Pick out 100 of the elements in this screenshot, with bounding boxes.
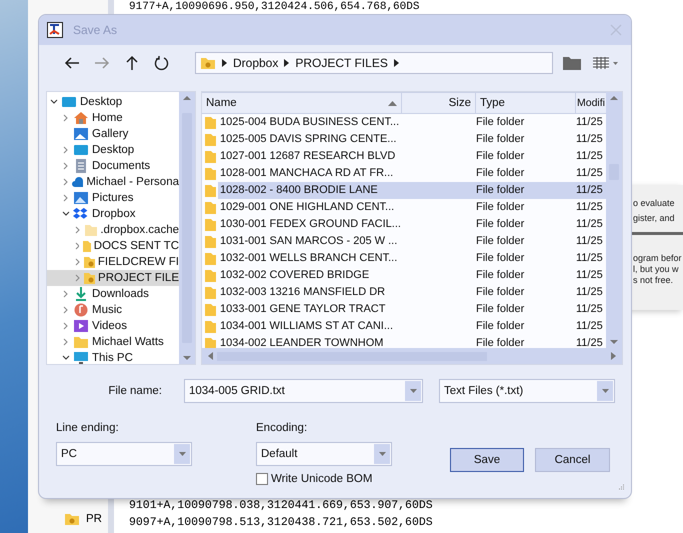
dialog-button[interactable]: Cancel bbox=[535, 448, 610, 472]
sidebar-item[interactable]: PR bbox=[86, 513, 102, 525]
file-type: File folder bbox=[475, 285, 526, 300]
text-line: 9097+A,10090798.513,3120438.721,653.502,60DS bbox=[129, 515, 434, 531]
file-name: 1025-004 BUDA BUSINESS CENT... bbox=[219, 115, 398, 130]
tree-item[interactable]: Michael - Persona bbox=[47, 174, 179, 190]
folder-icon bbox=[205, 184, 216, 197]
tree-item[interactable]: Dropbox bbox=[47, 206, 179, 222]
file-date: 11/25 bbox=[575, 166, 604, 181]
up-arrow-icon bbox=[125, 55, 139, 71]
cloud-icon bbox=[71, 175, 84, 189]
chevron-right-icon bbox=[284, 59, 290, 67]
file-row[interactable]: 1028-001 MANCHACA RD AT FR... File folder 11/25 bbox=[218, 165, 606, 182]
file-row[interactable]: 1027-001 12687 RESEARCH BLVD File folder 11/25 bbox=[218, 148, 606, 165]
file-type: File folder bbox=[475, 217, 526, 232]
file-type: File folder bbox=[475, 268, 526, 283]
column-header[interactable]: Type bbox=[476, 92, 576, 114]
breadcrumb-item[interactable]: Dropbox bbox=[233, 56, 278, 70]
column-header[interactable]: Size bbox=[402, 92, 476, 114]
encoding-dropdown[interactable]: Default bbox=[256, 442, 392, 466]
breadcrumb-item[interactable]: PROJECT FILES bbox=[295, 56, 388, 70]
file-row[interactable]: 1029-001 ONE HIGHLAND CENT... File folder 11/25 bbox=[218, 199, 606, 216]
scroll-right-icon[interactable] bbox=[611, 352, 616, 360]
chevron-icon[interactable] bbox=[50, 98, 58, 106]
file-name: 1031-001 SAN MARCOS - 205 W ... bbox=[219, 234, 398, 249]
file-row[interactable]: 1025-005 DAVIS SPRING CENTE... File folder 11/25 bbox=[218, 131, 606, 148]
tree-item[interactable]: Gallery bbox=[47, 126, 179, 142]
chevron-icon[interactable] bbox=[62, 210, 70, 218]
download-icon bbox=[73, 287, 89, 301]
folder-icon bbox=[205, 218, 216, 231]
message-text: o evaluate bbox=[633, 198, 676, 208]
refresh-icon bbox=[154, 55, 170, 71]
file-date: 11/25 bbox=[575, 302, 604, 317]
sort-arrow-icon bbox=[388, 100, 397, 106]
tree-item[interactable]: Documents bbox=[47, 158, 179, 174]
back-arrow-icon bbox=[64, 56, 80, 70]
tree-item[interactable]: Downloads bbox=[47, 286, 179, 302]
tree-item[interactable]: Videos bbox=[47, 318, 179, 334]
tree-item[interactable]: FIELDCREW FI bbox=[47, 254, 179, 270]
tree-item[interactable]: Pictures bbox=[47, 190, 179, 206]
tree-item[interactable]: Music bbox=[47, 302, 179, 318]
tree-item[interactable]: DOCS SENT TC bbox=[47, 238, 179, 254]
column-header[interactable]: Name bbox=[202, 92, 402, 114]
chevron-right-icon bbox=[394, 59, 399, 67]
file-row[interactable]: 1030-001 FEDEX GROUND FACIL... File folder 11/25 bbox=[218, 216, 606, 233]
file-row[interactable]: 1032-001 WELLS BRANCH CENT... File folder 11/25 bbox=[218, 250, 606, 267]
folder-icon bbox=[205, 133, 216, 146]
shared-folder-icon bbox=[82, 255, 95, 269]
tree-item[interactable]: This PC bbox=[47, 350, 179, 364]
file-row[interactable]: 1034-002 LEANDER TOWNHOM File folder 11/25 bbox=[218, 335, 606, 348]
dialog-button[interactable]: Save bbox=[450, 448, 524, 472]
scroll-left-icon[interactable] bbox=[208, 352, 213, 360]
tree-item[interactable]: .dropbox.cache bbox=[47, 222, 179, 238]
field-label: File name: bbox=[107, 385, 163, 397]
file-row[interactable]: 1033-001 GENE TAYLOR TRACT File folder 11/25 bbox=[218, 301, 606, 318]
file-row[interactable]: 1032-002 COVERED BRIDGE File folder 11/25 bbox=[218, 267, 606, 284]
file-row[interactable]: 1028-002 - 8400 BRODIE LANE File folder 11/25 bbox=[218, 182, 606, 199]
tree-item[interactable]: PROJECT FILE bbox=[47, 270, 179, 286]
file-row[interactable]: 1025-004 BUDA BUSINESS CENT... File folder 11/25 bbox=[218, 114, 606, 131]
file-name: 1034-002 LEANDER TOWNHOM bbox=[219, 336, 384, 348]
field-label: Line ending: bbox=[56, 422, 120, 434]
folder-icon bbox=[205, 150, 216, 163]
folder-icon bbox=[205, 167, 216, 180]
tree-item[interactable]: Home bbox=[47, 110, 179, 126]
column-header[interactable]: Modifi bbox=[576, 92, 606, 114]
field-label: Encoding: bbox=[256, 422, 308, 434]
line-ending-dropdown[interactable]: PC bbox=[56, 442, 192, 466]
file-date: 11/25 bbox=[575, 336, 604, 348]
file-row[interactable]: 1034-001 WILLIAMS ST AT CANI... File folder 11/25 bbox=[218, 318, 606, 335]
file-date: 11/25 bbox=[575, 149, 604, 164]
scrollbar[interactable] bbox=[606, 92, 622, 348]
checkbox[interactable] bbox=[256, 472, 268, 484]
shared-folder-icon bbox=[64, 512, 80, 526]
message-text: gister, and bbox=[633, 213, 676, 223]
horizontal-scrollbar[interactable] bbox=[202, 348, 622, 364]
tree-item[interactable]: Desktop bbox=[47, 94, 179, 110]
folder-icon bbox=[82, 239, 91, 253]
file-name: 1033-001 GENE TAYLOR TRACT bbox=[219, 302, 386, 317]
folder-icon bbox=[205, 269, 216, 282]
tree-item[interactable]: Desktop bbox=[47, 142, 179, 158]
file-date: 11/25 bbox=[575, 200, 604, 215]
scrollbar[interactable] bbox=[179, 92, 195, 364]
dropdown-caret-icon bbox=[178, 452, 186, 456]
file-name-field[interactable]: 1034-005 GRID.txt bbox=[184, 379, 423, 403]
address-bar[interactable]: Dropbox PROJECT FILES bbox=[195, 52, 553, 74]
folder-icon bbox=[205, 286, 216, 299]
message-text: l, but you w bbox=[633, 264, 680, 274]
file-type: File folder bbox=[475, 166, 526, 181]
file-date: 11/25 bbox=[575, 285, 604, 300]
message-text: s not free. bbox=[633, 275, 674, 285]
chevron-icon[interactable] bbox=[62, 354, 70, 362]
file-name: 1025-005 DAVIS SPRING CENTE... bbox=[219, 132, 398, 147]
file-type: File folder bbox=[475, 115, 526, 130]
file-row[interactable]: 1031-001 SAN MARCOS - 205 W ... File folder 11/25 bbox=[218, 233, 606, 250]
tree-item[interactable]: Michael Watts bbox=[47, 334, 179, 350]
folder-icon bbox=[205, 252, 216, 265]
file-row[interactable]: 1032-003 13216 MANSFIELD DR File folder 11/25 bbox=[218, 284, 606, 301]
computer-icon bbox=[73, 351, 89, 364]
file-type-dropdown[interactable]: Text Files (*.txt) bbox=[439, 379, 615, 403]
grid-view-icon bbox=[592, 56, 620, 70]
